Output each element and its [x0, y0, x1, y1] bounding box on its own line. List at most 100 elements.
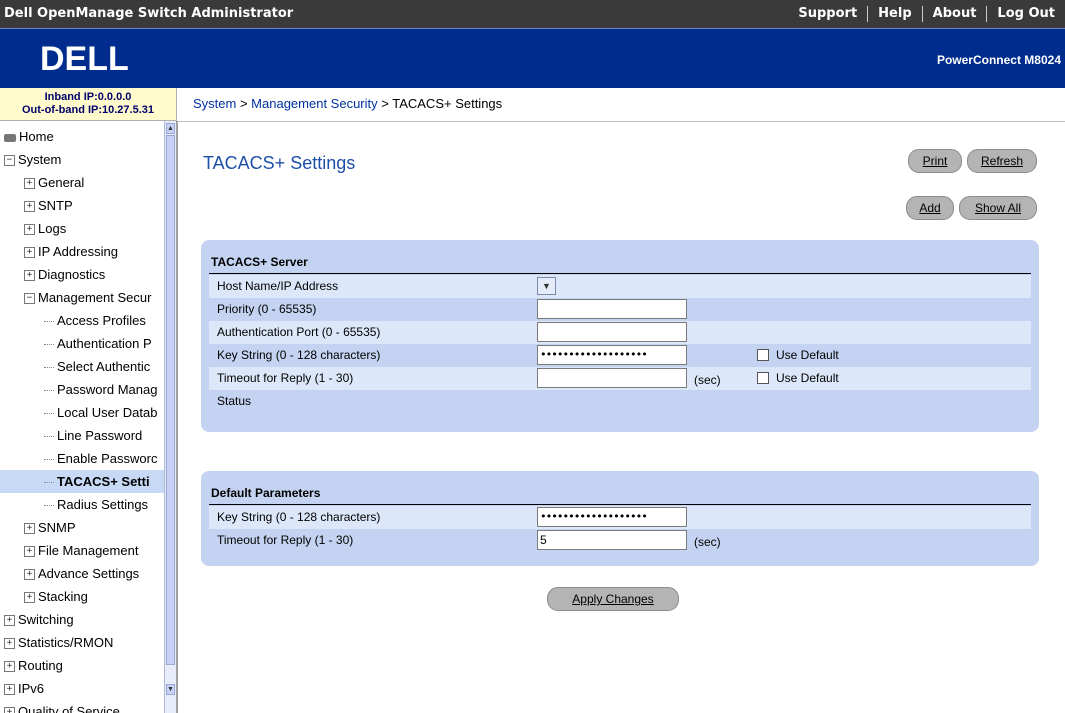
- breadcrumb-current: TACACS+ Settings: [392, 96, 503, 111]
- sidebar-item[interactable]: + Stacking: [0, 585, 165, 608]
- default-timeout-input[interactable]: 5: [537, 530, 687, 550]
- expand-icon[interactable]: +: [24, 178, 35, 190]
- breadcrumb-management-security[interactable]: Management Security: [251, 96, 377, 111]
- priority-input[interactable]: [537, 299, 687, 319]
- page-title: TACACS+ Settings: [203, 153, 356, 173]
- sidebar-item[interactable]: Authentication P: [0, 332, 165, 355]
- timeout-label: Timeout for Reply (1 - 30): [217, 371, 354, 385]
- show-all-button[interactable]: Show All: [959, 196, 1037, 220]
- collapse-icon[interactable]: −: [24, 293, 35, 305]
- support-link[interactable]: Support: [788, 6, 867, 22]
- sidebar-item[interactable]: + IPv6: [0, 677, 165, 700]
- tree-connector: [44, 390, 54, 392]
- sidebar-tree[interactable]: Home − System + General + SNTP + Logs + IP Address…: [0, 121, 178, 713]
- key-input[interactable]: •••••••••••••••••••: [537, 345, 687, 365]
- expand-icon[interactable]: +: [24, 546, 35, 558]
- sidebar-item[interactable]: Local User Datab: [0, 401, 165, 424]
- sidebar-item-label: Logs: [38, 221, 67, 236]
- scroll-up-icon[interactable]: ▲: [166, 123, 175, 134]
- expand-icon[interactable]: +: [24, 569, 35, 581]
- sidebar-item[interactable]: + File Management: [0, 539, 165, 562]
- sidebar-item[interactable]: + SNMP: [0, 516, 165, 539]
- main-content: TACACS+ Settings Print Refresh Add Show …: [177, 121, 1065, 713]
- expand-icon[interactable]: +: [4, 638, 15, 650]
- sidebar-item[interactable]: + Switching: [0, 608, 165, 631]
- tree-connector: [44, 367, 54, 369]
- expand-icon[interactable]: +: [4, 661, 15, 673]
- sidebar-item[interactable]: Enable Passworc: [0, 447, 165, 470]
- refresh-button[interactable]: Refresh: [967, 149, 1037, 173]
- sidebar-item[interactable]: − Management Secur: [0, 286, 165, 309]
- expand-icon[interactable]: +: [24, 523, 35, 535]
- sidebar-item-label: Line Password: [57, 428, 143, 443]
- sidebar-item[interactable]: + General: [0, 171, 165, 194]
- host-dropdown[interactable]: ▼: [537, 277, 556, 295]
- print-button[interactable]: Print: [908, 149, 962, 173]
- panel-title: Default Parameters: [211, 486, 321, 500]
- scrollbar-thumb[interactable]: [166, 135, 175, 665]
- sidebar-item-label: Home: [19, 129, 54, 144]
- sidebar-item-label: Local User Datab: [57, 405, 158, 420]
- sidebar-item[interactable]: + Routing: [0, 654, 165, 677]
- sidebar-item[interactable]: + Diagnostics: [0, 263, 165, 286]
- sidebar-item[interactable]: Access Profiles: [0, 309, 165, 332]
- sidebar-item[interactable]: Password Manag: [0, 378, 165, 401]
- top-bar: Dell OpenManage Switch Administrator Sup…: [0, 0, 1065, 28]
- sidebar-item[interactable]: + SNTP: [0, 194, 165, 217]
- sidebar-item[interactable]: TACACS+ Setti: [0, 470, 165, 493]
- sidebar-item[interactable]: Select Authentic: [0, 355, 165, 378]
- sidebar-item[interactable]: + Quality of Service: [0, 700, 165, 713]
- help-link[interactable]: Help: [867, 6, 921, 22]
- sidebar-item-label: Select Authentic: [57, 359, 151, 374]
- sidebar-item[interactable]: + Statistics/RMON: [0, 631, 165, 654]
- sidebar-item-label: Access Profiles: [57, 313, 146, 328]
- expand-icon[interactable]: +: [4, 684, 15, 696]
- expand-icon[interactable]: +: [24, 224, 35, 236]
- expand-icon[interactable]: +: [24, 247, 35, 259]
- sidebar-item[interactable]: + Logs: [0, 217, 165, 240]
- default-key-input[interactable]: •••••••••••••••••••: [537, 507, 687, 527]
- expand-icon[interactable]: +: [24, 592, 35, 604]
- tree-connector: [44, 436, 54, 438]
- timeout-use-default-label: Use Default: [776, 371, 839, 385]
- port-input[interactable]: [537, 322, 687, 342]
- scroll-down-icon[interactable]: ▼: [166, 684, 175, 695]
- breadcrumb: System > Management Security > TACACS+ S…: [193, 96, 502, 111]
- about-link[interactable]: About: [921, 6, 987, 22]
- timeout-input[interactable]: [537, 368, 687, 388]
- host-label: Host Name/IP Address: [217, 279, 339, 293]
- sidebar-item[interactable]: + IP Addressing: [0, 240, 165, 263]
- expand-icon[interactable]: +: [4, 707, 15, 713]
- key-use-default-label: Use Default: [776, 348, 839, 362]
- product-name: PowerConnect M8024: [936, 53, 1061, 67]
- expand-icon[interactable]: +: [4, 615, 15, 627]
- chevron-down-icon: ▼: [542, 281, 551, 291]
- sidebar-item-label: IPv6: [18, 681, 45, 696]
- sidebar-item[interactable]: Home: [0, 125, 165, 148]
- expand-icon[interactable]: +: [24, 270, 35, 282]
- priority-label: Priority (0 - 65535): [217, 302, 317, 316]
- logout-link[interactable]: Log Out: [986, 6, 1065, 22]
- tree-connector: [44, 321, 54, 323]
- sidebar-item-label: Advance Settings: [38, 566, 140, 581]
- tree-connector: [44, 413, 54, 415]
- panel-divider: [209, 273, 1031, 274]
- collapse-icon[interactable]: −: [4, 155, 15, 167]
- sidebar-scrollbar[interactable]: ▲ ▼: [164, 121, 176, 713]
- key-use-default-checkbox[interactable]: [757, 349, 769, 361]
- timeout-row: Timeout for Reply (1 - 30) (sec) Use Def…: [209, 367, 1031, 390]
- sidebar-item[interactable]: Radius Settings: [0, 493, 165, 516]
- sidebar-item[interactable]: Line Password: [0, 424, 165, 447]
- sidebar-item-label: Diagnostics: [38, 267, 106, 282]
- expand-icon[interactable]: +: [24, 201, 35, 213]
- timeout-use-default-checkbox[interactable]: [757, 372, 769, 384]
- panel-title: TACACS+ Server: [211, 255, 308, 269]
- sidebar-item[interactable]: + Advance Settings: [0, 562, 165, 585]
- add-button[interactable]: Add: [906, 196, 954, 220]
- sidebar-item-label: SNMP: [38, 520, 76, 535]
- sidebar-item[interactable]: − System: [0, 148, 165, 171]
- breadcrumb-system[interactable]: System: [193, 96, 236, 111]
- top-links: Support Help About Log Out: [788, 0, 1065, 28]
- sidebar-item-label: IP Addressing: [38, 244, 118, 259]
- apply-changes-button[interactable]: Apply Changes: [547, 587, 679, 611]
